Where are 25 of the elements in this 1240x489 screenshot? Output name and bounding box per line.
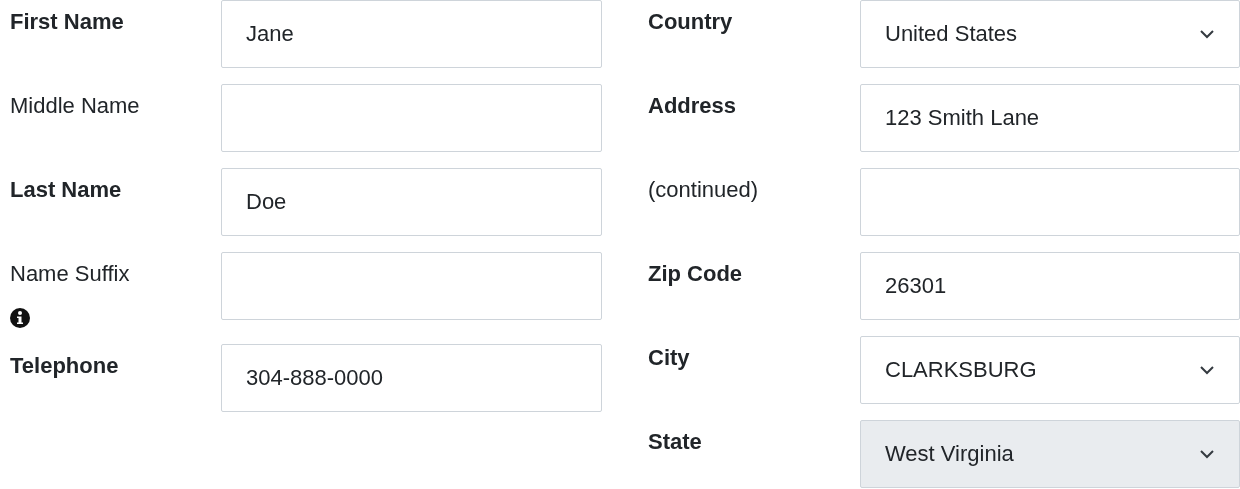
input-field[interactable]: 304-888-0000 [221,344,602,412]
dropdown-field[interactable]: United States [860,0,1240,68]
field-label: (continued) [648,176,759,204]
input-field[interactable]: 123 Smith Lane [860,84,1240,152]
input-field[interactable] [221,84,602,152]
field-label: Zip Code [648,260,743,288]
field-label: Address [648,92,737,120]
field-label: Last Name [10,176,122,204]
info-icon[interactable] [10,308,30,328]
chevron-down-icon [1199,449,1215,459]
field-label: Name Suffix [10,260,130,288]
input-field[interactable] [221,252,602,320]
dropdown-field[interactable]: CLARKSBURG [860,336,1240,404]
input-field[interactable]: Jane [221,0,602,68]
field-label: Telephone [10,352,119,380]
chevron-down-icon [1199,365,1215,375]
input-field[interactable] [860,168,1240,236]
field-label: First Name [10,8,124,36]
input-field[interactable]: 26301 [860,252,1240,320]
field-label: State [648,428,702,456]
field-label: Middle Name [10,92,140,120]
chevron-down-icon [1199,29,1215,39]
field-label: Country [648,8,733,36]
field-label: City [648,344,690,372]
input-field[interactable]: Doe [221,168,602,236]
